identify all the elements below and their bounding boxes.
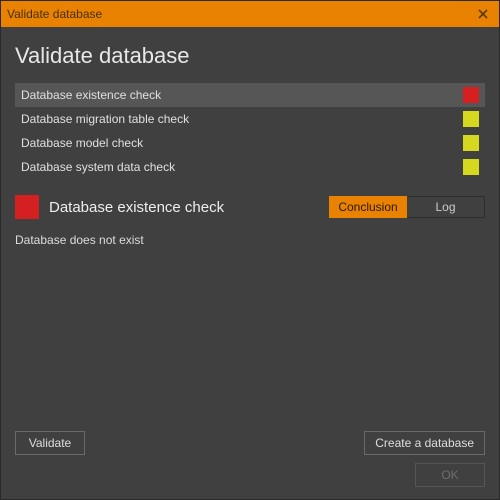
- check-row-migration[interactable]: Database migration table check: [15, 107, 485, 131]
- status-swatch-yellow: [463, 159, 479, 175]
- footer-row-ok: OK: [15, 463, 485, 487]
- ok-button: OK: [415, 463, 485, 487]
- create-database-button[interactable]: Create a database: [364, 431, 485, 455]
- status-swatch-yellow: [463, 111, 479, 127]
- status-swatch-yellow: [463, 135, 479, 151]
- dialog-window: Validate database Validate database Data…: [0, 0, 500, 500]
- detail-title: Database existence check: [49, 199, 329, 216]
- check-label: Database existence check: [21, 88, 457, 102]
- tab-log[interactable]: Log: [407, 196, 485, 218]
- check-label: Database system data check: [21, 160, 457, 174]
- titlebar[interactable]: Validate database: [1, 1, 499, 27]
- check-row-system-data[interactable]: Database system data check: [15, 155, 485, 179]
- check-row-model[interactable]: Database model check: [15, 131, 485, 155]
- status-swatch-red: [463, 87, 479, 103]
- detail-header: Database existence check Conclusion Log: [15, 195, 485, 219]
- detail-tabs: Conclusion Log: [329, 196, 485, 218]
- check-label: Database migration table check: [21, 112, 457, 126]
- check-list: Database existence check Database migrat…: [15, 83, 485, 179]
- check-label: Database model check: [21, 136, 457, 150]
- window-title: Validate database: [7, 7, 473, 21]
- detail-body: Database does not exist: [15, 233, 485, 423]
- dialog-footer: Validate Create a database OK: [15, 423, 485, 487]
- check-row-existence[interactable]: Database existence check: [15, 83, 485, 107]
- detail-status-swatch: [15, 195, 39, 219]
- page-title: Validate database: [15, 43, 485, 69]
- dialog-content: Validate database Database existence che…: [1, 27, 499, 499]
- tab-conclusion[interactable]: Conclusion: [329, 196, 407, 218]
- validate-button[interactable]: Validate: [15, 431, 85, 455]
- close-icon[interactable]: [473, 5, 493, 23]
- footer-row-actions: Validate Create a database: [15, 431, 485, 455]
